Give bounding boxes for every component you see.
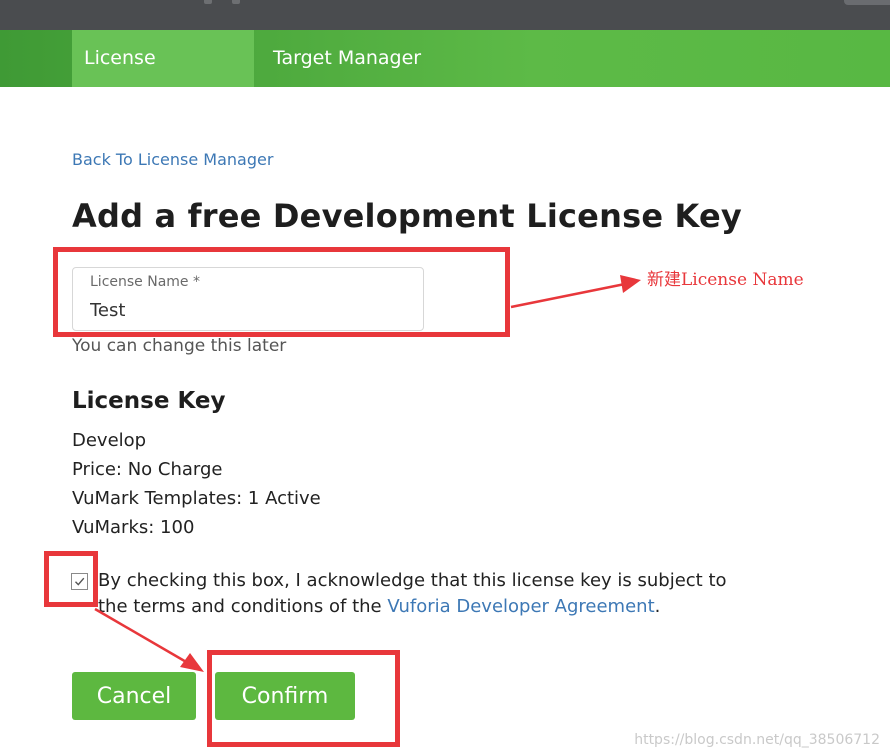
watermark: https://blog.csdn.net/qq_38506712 bbox=[634, 732, 880, 748]
arrow-head-to-note bbox=[620, 275, 641, 293]
annotation-arrows bbox=[94, 275, 641, 672]
arrow-line-to-note bbox=[510, 282, 626, 309]
arrow-head-to-confirm bbox=[180, 653, 204, 672]
arrow-line-to-confirm bbox=[94, 607, 189, 665]
